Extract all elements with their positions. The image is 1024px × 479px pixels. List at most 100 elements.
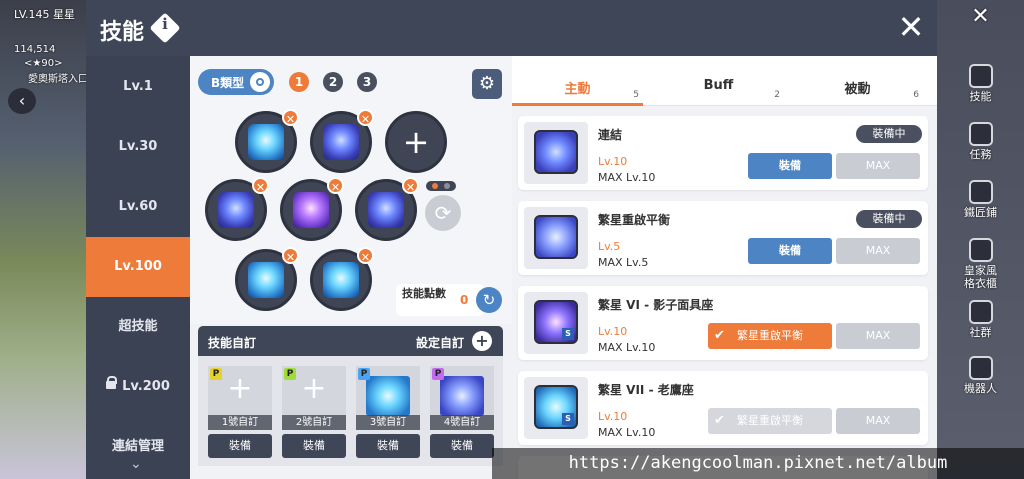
tab-active-skills[interactable]: 主動 5 — [512, 56, 643, 106]
skill-slot[interactable]: ✕ — [235, 109, 299, 173]
sidebar-item-lv100[interactable]: Lv.100 — [86, 237, 190, 297]
skill-level: Lv.10 — [598, 155, 628, 168]
tab-count: 2 — [774, 90, 780, 100]
skill-points-value: 0 — [460, 293, 469, 307]
custom-preset-card[interactable]: P 4號自訂 — [430, 366, 494, 430]
sidebar-item-label: Lv.1 — [123, 79, 153, 94]
nav-item-community[interactable]: 社群 — [937, 296, 1024, 354]
sidebar-item-lv30[interactable]: Lv.30 — [86, 117, 190, 177]
reset-button[interactable]: ↻ — [476, 287, 502, 313]
equip-button[interactable]: 裝備 — [748, 153, 832, 179]
close-button[interactable]: ✕ — [894, 10, 928, 44]
skill-name: 連結 — [598, 128, 623, 142]
modal-title: 技能 — [100, 20, 145, 45]
preset-1-button[interactable]: 1 — [289, 72, 309, 92]
remove-icon[interactable]: ✕ — [282, 247, 299, 264]
custom-equip-button[interactable]: 裝備 — [208, 434, 272, 458]
max-button: MAX — [836, 323, 920, 349]
skill-slot[interactable]: ✕ — [280, 177, 344, 241]
s-badge-icon: S — [562, 413, 574, 425]
skill-card[interactable]: S 繁星 VI - 影子面具座 Lv.10 MAX Lv.10 ✔ 繁星重啟平衡 … — [518, 286, 928, 360]
nav-item-robot[interactable]: 機器人 — [937, 352, 1024, 410]
skill-slot[interactable]: ✕ — [355, 177, 419, 241]
sidebar-item-lv200[interactable]: Lv.200 — [86, 357, 190, 417]
nav-label: 社群 — [969, 326, 992, 339]
preset-3-button[interactable]: 3 — [357, 72, 377, 92]
robot-icon — [968, 356, 993, 380]
linked-skill-button[interactable]: ✔ 繁星重啟平衡 — [708, 408, 832, 434]
custom-preset-card[interactable]: P + 1號自訂 — [208, 366, 272, 430]
linked-skill-button[interactable]: ✔ 繁星重啟平衡 — [708, 323, 832, 349]
check-icon: ✔ — [714, 413, 725, 428]
custom-preset-label: 2號自訂 — [282, 415, 346, 430]
skill-card[interactable]: 連結 Lv.10 MAX Lv.10 裝備中 裝備 MAX — [518, 116, 928, 190]
remove-icon[interactable]: ✕ — [282, 109, 299, 126]
remove-icon[interactable]: ✕ — [327, 177, 344, 194]
skill-slot[interactable]: ✕ — [310, 247, 374, 311]
skill-max-level: MAX Lv.10 — [598, 341, 656, 354]
remove-icon[interactable]: ✕ — [357, 109, 374, 126]
skill-art — [293, 192, 329, 228]
type-toggle[interactable]: B類型 — [198, 69, 274, 95]
custom-equip-button[interactable]: 裝備 — [356, 434, 420, 458]
custom-preset-card[interactable]: P + 2號自訂 — [282, 366, 346, 430]
tab-count: 5 — [633, 90, 639, 100]
nav-item-blacksmith[interactable]: 鐵匠鋪 — [937, 176, 1024, 234]
skill-slot[interactable]: ✕ — [235, 247, 299, 311]
nav-label: 技能 — [969, 90, 992, 103]
reset-icon: ↻ — [482, 291, 496, 309]
tag-p: P — [284, 368, 296, 380]
back-icon[interactable]: ‹ — [8, 88, 36, 114]
page-dot — [432, 183, 438, 189]
equipped-badge: 裝備中 — [856, 210, 922, 228]
skill-icon-frame — [524, 122, 588, 184]
settings-button[interactable]: ⚙ — [472, 69, 502, 99]
remove-icon[interactable]: ✕ — [252, 177, 269, 194]
custom-equip-button[interactable]: 裝備 — [282, 434, 346, 458]
custom-presets: P + 1號自訂 裝備 P + 2號自訂 裝備 P 3號自訂 裝備 P 4號自訂… — [198, 356, 503, 466]
skill-slot[interactable]: ✕ — [205, 177, 269, 241]
sidebar-item-label: Lv.30 — [118, 139, 158, 154]
nav-label: 皇家風格衣櫃 — [964, 264, 997, 290]
sidebar-item-lv1[interactable]: Lv.1 — [86, 57, 190, 117]
linked-skill-label: 繁星重啟平衡 — [737, 414, 803, 427]
remove-icon[interactable]: ✕ — [402, 177, 419, 194]
skill-card[interactable]: 繁星重啟平衡 Lv.5 MAX Lv.5 裝備中 裝備 MAX — [518, 201, 928, 275]
skill-icon-frame: S — [524, 292, 588, 354]
max-button: MAX — [836, 238, 920, 264]
plus-icon: + — [227, 371, 253, 406]
custom-set-label[interactable]: 設定自訂 — [416, 334, 464, 351]
modal-header: 技能 i ✕ — [86, 0, 937, 56]
skill-slot[interactable]: ✕ — [310, 109, 374, 173]
equip-button[interactable]: 裝備 — [748, 238, 832, 264]
nav-label: 鐵匠鋪 — [964, 206, 997, 219]
nav-item-quest[interactable]: 任務 — [937, 118, 1024, 176]
skill-art — [366, 376, 410, 416]
add-skill-button[interactable]: + — [385, 111, 447, 173]
skill-points-box: 技能點數 0 — [396, 284, 484, 316]
sidebar-item-hyper[interactable]: 超技能 — [86, 297, 190, 357]
custom-equip-button[interactable]: 裝備 — [430, 434, 494, 458]
custom-preset-card[interactable]: P 3號自訂 — [356, 366, 420, 430]
sidebar-item-label: 連結管理 — [111, 439, 164, 454]
hud-level-text: LV.145 — [14, 8, 50, 21]
sidebar-item-label: Lv.60 — [118, 199, 158, 214]
preset-2-button[interactable]: 2 — [323, 72, 343, 92]
sidebar-item-lv60[interactable]: Lv.60 — [86, 177, 190, 237]
remove-icon[interactable]: ✕ — [357, 247, 374, 264]
equipped-badge: 裝備中 — [856, 125, 922, 143]
skill-art — [248, 124, 284, 160]
tab-buff[interactable]: Buff 2 — [653, 56, 784, 106]
chevron-down-icon[interactable]: ⌄ — [130, 456, 142, 472]
sidebar-item-label: Lv.100 — [114, 259, 162, 274]
skill-art: S — [534, 300, 578, 344]
plus-icon[interactable]: + — [472, 331, 492, 351]
nav-item-skill[interactable]: 技能 — [937, 60, 1024, 118]
nav-item-wardrobe[interactable]: 皇家風格衣櫃 — [937, 234, 1024, 292]
nav-label: 任務 — [969, 148, 992, 161]
plus-icon: + — [301, 371, 327, 406]
skill-card[interactable]: S 繁星 VII - 老鷹座 Lv.10 MAX Lv.10 ✔ 繁星重啟平衡 M… — [518, 371, 928, 445]
skill-art — [440, 376, 484, 416]
swap-button[interactable]: ⟳ — [425, 195, 461, 231]
tab-passive[interactable]: 被動 6 — [792, 56, 923, 106]
